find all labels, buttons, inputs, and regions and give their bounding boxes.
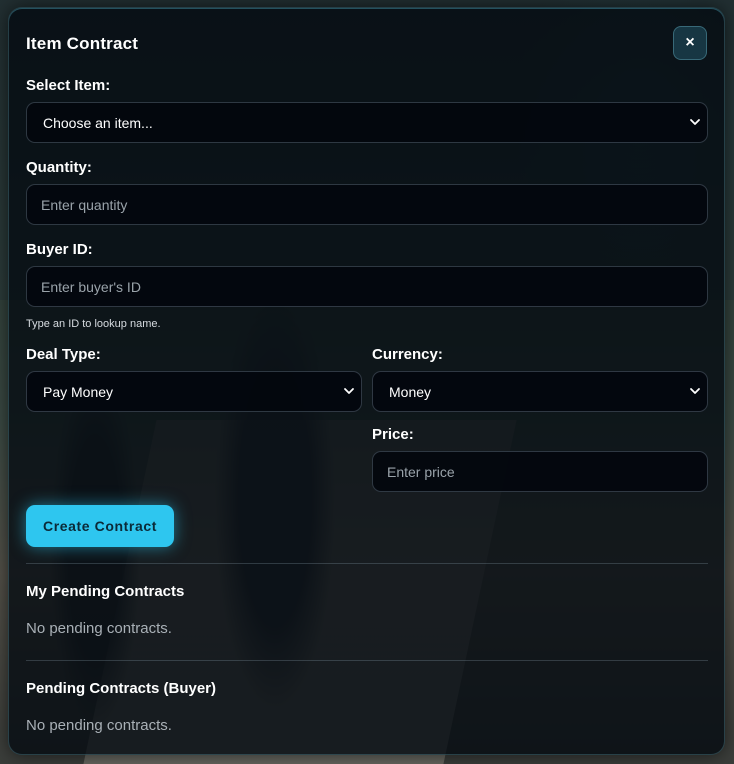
quantity-input[interactable] — [39, 195, 707, 214]
currency-label: Currency: — [372, 346, 443, 363]
chevron-down-icon — [690, 118, 700, 125]
close-button[interactable]: × — [673, 26, 707, 60]
buyer-id-hint: Type an ID to lookup name. — [26, 318, 161, 330]
buyer-id-field[interactable] — [26, 266, 708, 307]
my-pending-contracts-empty: No pending contracts. — [26, 620, 172, 637]
item-contract-dialog: Item Contract × Select Item: Choose an i… — [8, 7, 725, 755]
buyer-id-input[interactable] — [39, 277, 707, 296]
quantity-label: Quantity: — [26, 159, 92, 176]
chevron-down-icon — [344, 387, 354, 394]
price-input[interactable] — [385, 462, 707, 481]
deal-type-select[interactable]: Pay Money — [26, 371, 362, 412]
item-select[interactable]: Choose an item... — [26, 102, 708, 143]
price-label: Price: — [372, 426, 414, 443]
divider — [26, 563, 708, 564]
price-field[interactable] — [372, 451, 708, 492]
dialog-title: Item Contract — [26, 34, 139, 53]
chevron-down-icon — [690, 387, 700, 394]
deal-type-label: Deal Type: — [26, 346, 101, 363]
item-select-value: Choose an item... — [43, 114, 153, 131]
create-contract-button[interactable]: Create Contract — [26, 505, 174, 547]
my-pending-contracts-title: My Pending Contracts — [26, 583, 185, 600]
buyer-id-label: Buyer ID: — [26, 241, 93, 258]
select-item-label: Select Item: — [26, 77, 111, 94]
quantity-field[interactable] — [26, 184, 708, 225]
currency-select[interactable]: Money — [372, 371, 708, 412]
buyer-pending-contracts-title: Pending Contracts (Buyer) — [26, 680, 217, 697]
currency-value: Money — [389, 383, 432, 400]
divider — [26, 660, 708, 661]
deal-type-value: Pay Money — [43, 383, 114, 400]
buyer-pending-contracts-empty: No pending contracts. — [26, 717, 172, 734]
close-icon: × — [685, 34, 695, 51]
